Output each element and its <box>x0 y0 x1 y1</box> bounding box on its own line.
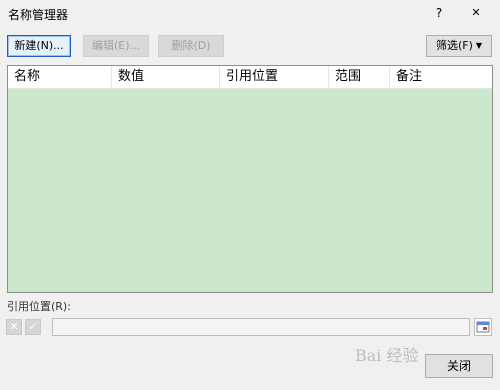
close-button[interactable]: 关闭 <box>425 354 493 378</box>
delete-button[interactable]: 删除(D) <box>158 35 224 57</box>
column-header-value[interactable]: 数值 <box>112 66 220 88</box>
column-header-refers-to[interactable]: 引用位置 <box>220 66 329 88</box>
watermark: Bai 经验 <box>355 346 419 365</box>
delete-button-label: 删除(D) <box>171 39 211 52</box>
cancel-reference-icon[interactable]: ✕ <box>6 319 22 335</box>
names-list[interactable]: 名称 数值 引用位置 范围 备注 <box>7 65 493 293</box>
range-select-icon <box>476 321 490 333</box>
window-title: 名称管理器 <box>8 8 69 22</box>
confirm-reference-icon[interactable]: ✓ <box>25 319 41 335</box>
reference-input[interactable] <box>52 318 470 336</box>
column-header-scope[interactable]: 范围 <box>329 66 390 88</box>
collapse-dialog-button[interactable] <box>474 318 492 336</box>
close-window-icon[interactable]: ✕ <box>466 3 486 23</box>
title-bar: 名称管理器 ? ✕ <box>0 0 500 28</box>
list-header: 名称 数值 引用位置 范围 备注 <box>8 66 492 89</box>
help-button[interactable]: ? <box>430 4 448 22</box>
edit-button-label: 编辑(E)... <box>91 39 141 52</box>
filter-button[interactable]: 筛选(F) ▼ <box>426 35 492 57</box>
dropdown-arrow-icon: ▼ <box>475 41 483 50</box>
filter-button-label: 筛选(F) <box>435 39 473 52</box>
close-button-label: 关闭 <box>446 359 471 373</box>
new-button-label: 新建(N)... <box>14 39 64 52</box>
new-button[interactable]: 新建(N)... <box>7 35 71 57</box>
column-header-name[interactable]: 名称 <box>8 66 112 88</box>
edit-button[interactable]: 编辑(E)... <box>83 35 149 57</box>
column-header-comment[interactable]: 备注 <box>390 66 492 88</box>
reference-label: 引用位置(R): <box>7 300 71 313</box>
